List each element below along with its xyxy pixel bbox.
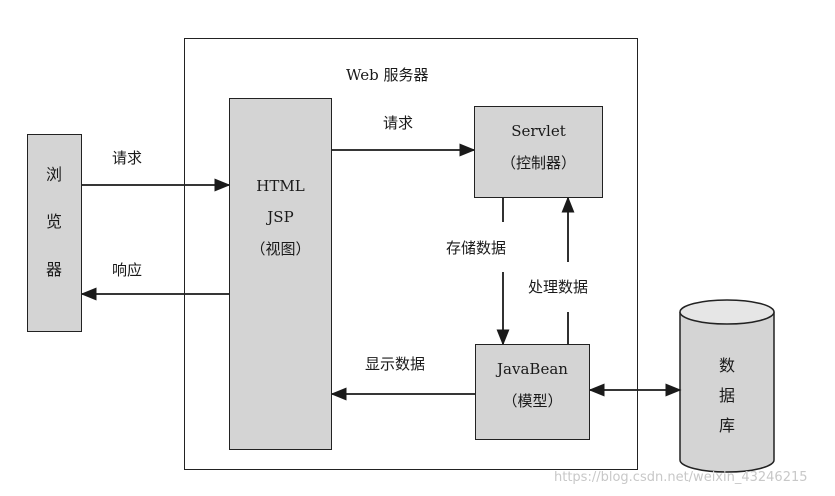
browser-label-char-3: 器 <box>45 260 62 279</box>
mvc-diagram: Web 服务器 浏 览 器 HTML JSP （视图） Servlet （控制器… <box>0 0 835 496</box>
view-box <box>229 98 332 450</box>
display-data-label: 显示数据 <box>365 355 426 373</box>
servlet-box <box>474 106 603 198</box>
watermark-url: https://blog.csdn.net/weixin_43246215 <box>554 470 808 485</box>
servlet-request-label: 请求 <box>383 114 414 132</box>
database-label-char-2: 据 <box>718 386 735 405</box>
view-label-role: （视图） <box>250 240 311 258</box>
process-data-label: 处理数据 <box>528 278 589 296</box>
browser-box <box>27 134 82 332</box>
javabean-label-role: （模型） <box>502 392 563 410</box>
browser-label-char-2: 览 <box>45 212 62 231</box>
view-label-html: HTML <box>256 177 305 195</box>
database-label-char-1: 数 <box>718 356 735 375</box>
browser-label-char-1: 浏 <box>45 165 62 184</box>
database-label-char-3: 库 <box>718 416 735 435</box>
view-label-jsp: JSP <box>267 208 294 226</box>
web-server-title: Web 服务器 <box>346 66 429 84</box>
browser-request-label: 请求 <box>112 149 143 167</box>
javabean-label-name: JavaBean <box>497 360 568 378</box>
browser-response-label: 响应 <box>112 261 143 279</box>
store-data-label: 存储数据 <box>446 239 507 257</box>
servlet-label-role: （控制器） <box>500 154 576 172</box>
servlet-label-name: Servlet <box>511 122 566 140</box>
